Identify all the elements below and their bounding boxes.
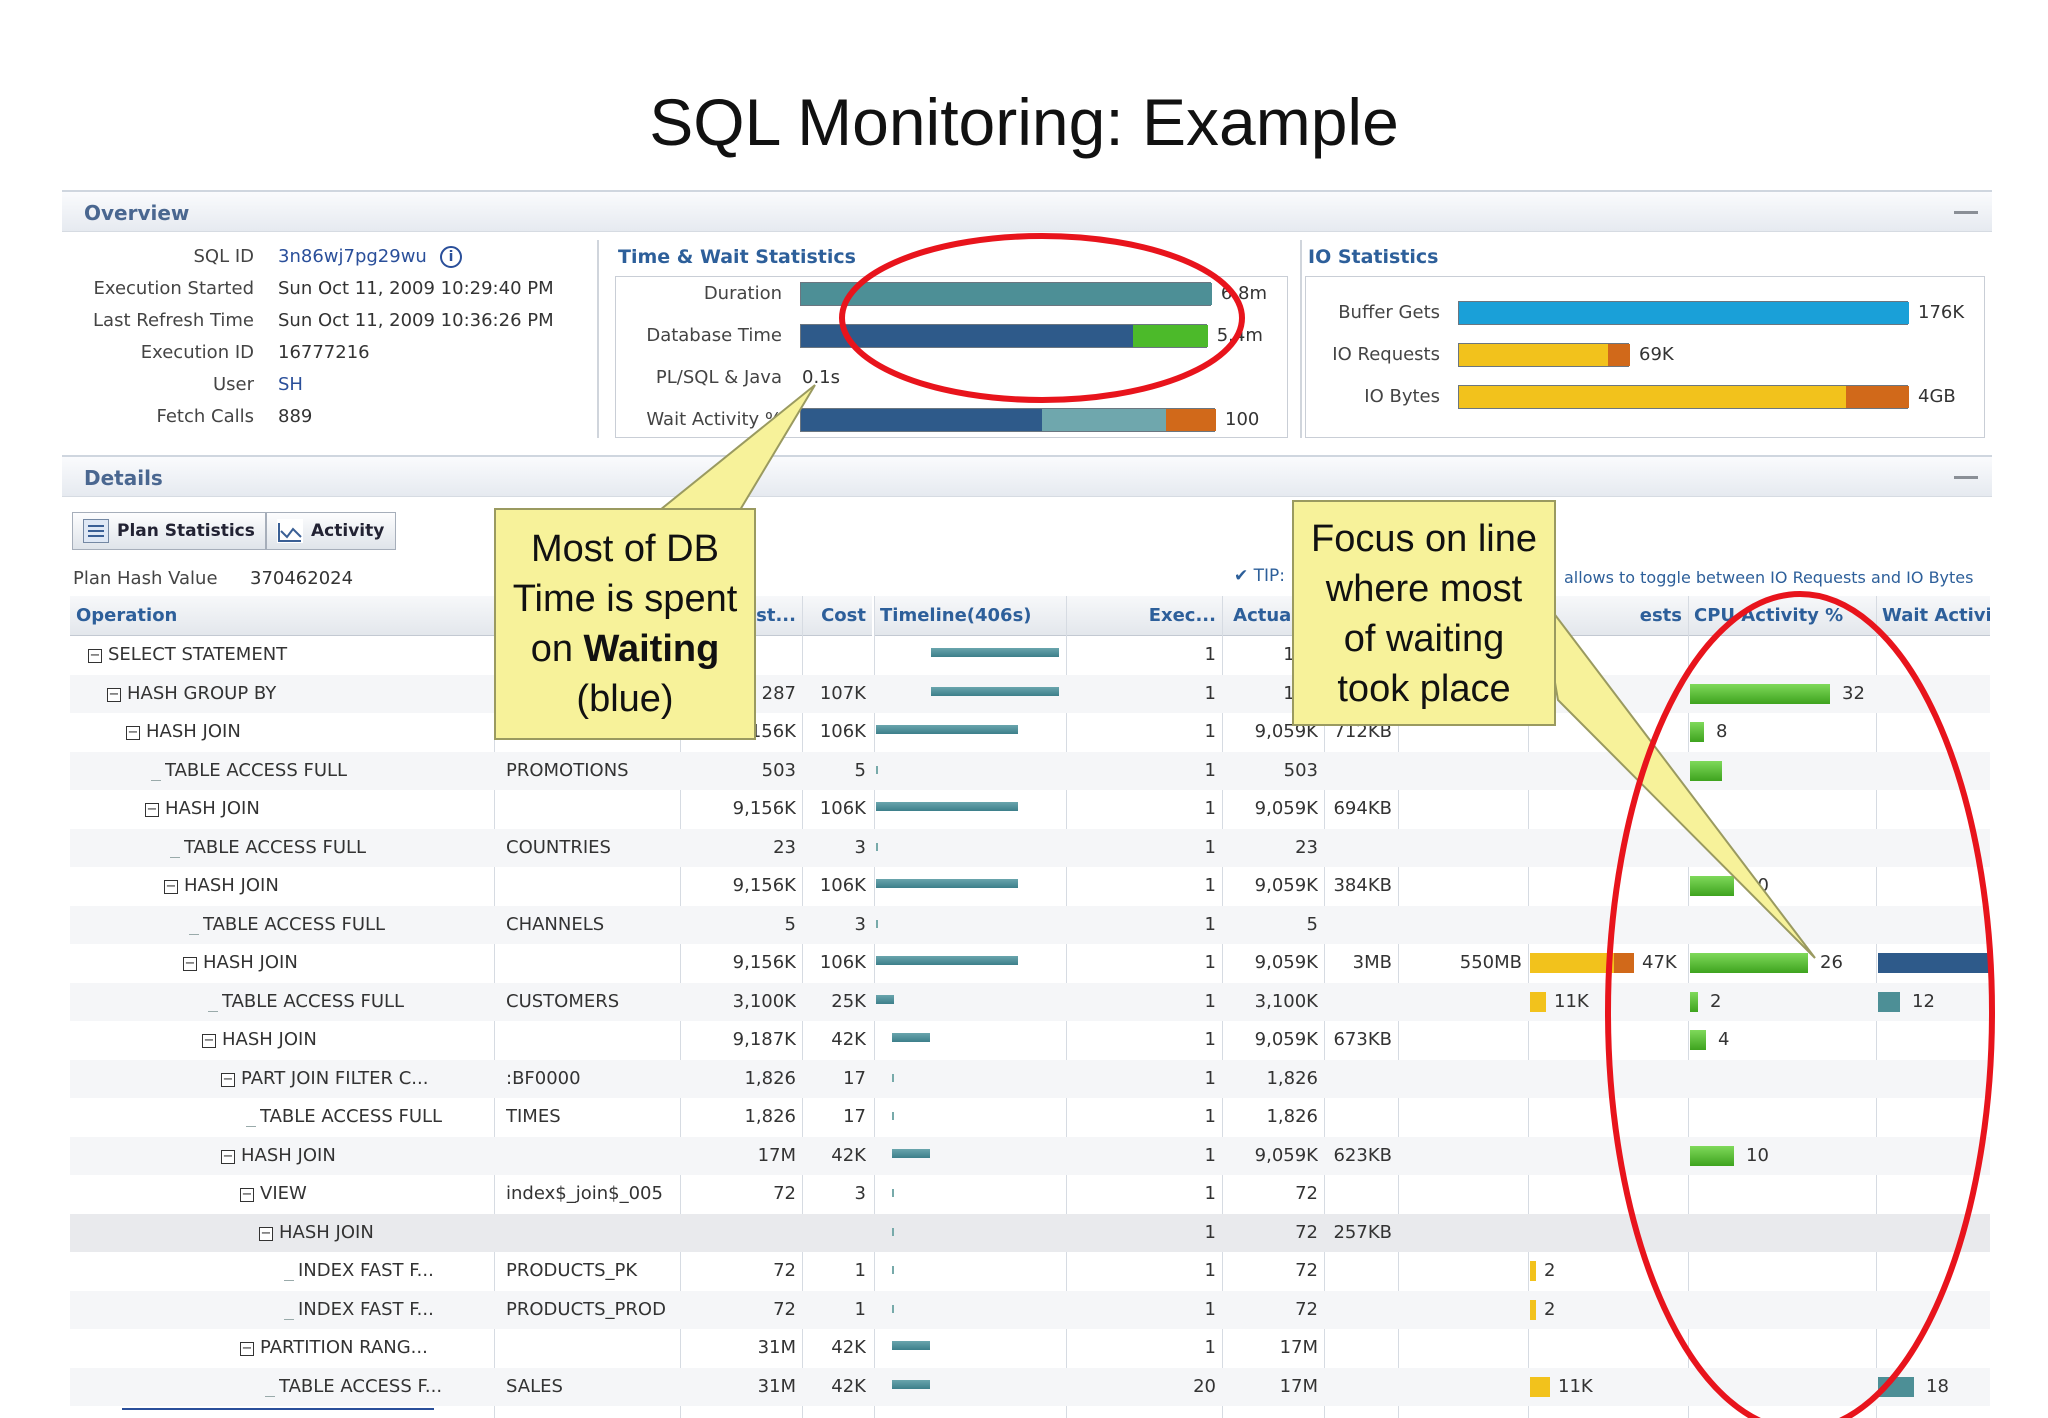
callout-db-time: Most of DB Time is spent on Waiting (blu… xyxy=(494,508,756,740)
callout-line: of waiting xyxy=(1343,618,1505,660)
callout-pointer xyxy=(1539,594,1816,959)
callout-line: Focus on line xyxy=(1310,518,1537,560)
callout-waiting-line: Focus on line where most of waiting took… xyxy=(1292,500,1556,726)
callout-pointer xyxy=(657,384,816,511)
callout-line: Time is spent xyxy=(512,578,738,620)
annotation-layer xyxy=(657,233,1995,1418)
callout-line: where most xyxy=(1325,568,1523,610)
highlight-ellipse xyxy=(839,233,1245,403)
callout-line: took place xyxy=(1337,668,1511,710)
highlight-ellipse xyxy=(1605,591,1995,1418)
callout-line: (blue) xyxy=(576,678,674,720)
callout-emphasis: Waiting xyxy=(583,628,720,670)
callout-text: on xyxy=(530,628,584,670)
callout-line: on Waiting xyxy=(496,624,754,674)
callout-line: Most of DB xyxy=(531,528,719,570)
